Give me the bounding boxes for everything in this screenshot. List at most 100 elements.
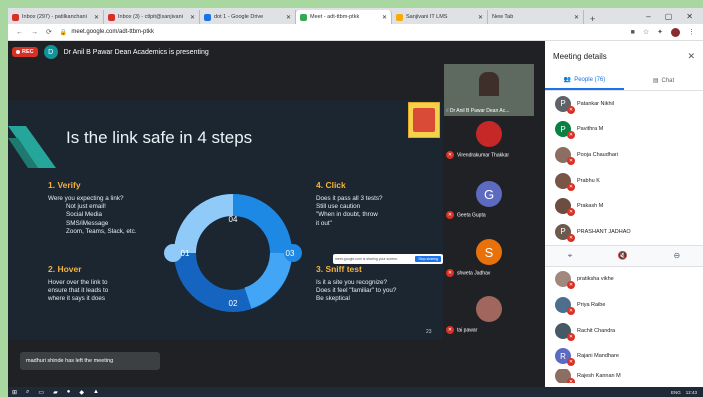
back-icon[interactable]: ←	[16, 29, 23, 36]
tab-people[interactable]: 👥 People (76)	[545, 71, 624, 90]
browser-tab[interactable]: Inbox (3) - ctlpit@sanjivani ✕	[104, 10, 200, 24]
participant-avatar: P ✕	[555, 95, 575, 114]
ring-label: 03	[286, 249, 295, 258]
shared-slide: Is the link safe in 4 steps 1. Verify We…	[8, 100, 443, 340]
record-dot-icon	[16, 50, 20, 54]
camera-icon[interactable]: ■	[631, 29, 635, 36]
forward-icon[interactable]: →	[31, 29, 38, 36]
browser-tab-active[interactable]: Meet - adt-ttbm-ptkk ✕	[296, 10, 392, 24]
url-field[interactable]: 🔒 meet.google.com/adt-ttbm-ptkk	[60, 29, 154, 36]
tile-name: Dr Anil B Pawar Dean Ac...	[449, 108, 510, 114]
steps-ring-diagram: 04 01 03 02	[164, 194, 302, 312]
participant-row[interactable]: ✕ pratiksha vikhe	[555, 267, 703, 293]
lock-icon: 🔒	[59, 29, 68, 36]
mic-off-icon: ✕	[567, 281, 575, 290]
search-icon[interactable]: ⌕	[26, 389, 29, 396]
browser-tab[interactable]: Inbox (297) - patilkanchani ✕	[8, 10, 104, 24]
participant-avatar: ✕	[555, 146, 575, 165]
browser-tab[interactable]: Sanjivani IT LMS ✕	[392, 10, 488, 24]
step-sniff: 3. Sniff test Is it a site you recognize…	[316, 264, 441, 304]
participant-row[interactable]: P ✕ Pavithra M	[555, 117, 703, 143]
participant-photo	[476, 121, 502, 147]
participant-name: Pavithra M	[577, 126, 604, 133]
language-indicator[interactable]: ENG	[671, 390, 681, 395]
participant-name: pratiksha vikhe	[577, 276, 614, 283]
close-window-button[interactable]: ✕	[686, 12, 693, 21]
stop-sharing-button[interactable]: Stop sharing	[415, 256, 441, 262]
tab-label: Inbox (297) - patilkanchani	[22, 14, 87, 20]
participant-controls: ⌖ 🔇 ⊖	[545, 244, 703, 267]
browser-tab[interactable]: New Tab ✕	[488, 10, 584, 24]
participant-row[interactable]: ✕ Prakash M	[555, 193, 703, 219]
participant-row[interactable]: R ✕ Rajani Mandhare	[555, 343, 703, 369]
tile-name: Geeta Gupta	[457, 212, 486, 219]
close-tab-icon[interactable]: ✕	[286, 14, 291, 21]
tab-label: Sanjivani IT LMS	[406, 14, 448, 20]
mic-off-icon: ✕	[567, 131, 575, 140]
app-icon[interactable]: ◆	[79, 389, 84, 396]
close-tab-icon[interactable]: ✕	[574, 14, 579, 21]
app-icon[interactable]: ▲	[93, 389, 99, 395]
participant-avatar: P ✕	[555, 121, 575, 140]
tile-name-row: ✕ Virendrakumar Thakkar	[444, 151, 534, 159]
maximize-button[interactable]: ▢	[665, 12, 673, 21]
menu-icon[interactable]: ⋮	[688, 28, 695, 36]
participant-row[interactable]: P ✕ PRASHANT JADHAO	[555, 219, 703, 245]
recording-label: REC	[22, 49, 34, 55]
profile-avatar[interactable]	[671, 27, 680, 37]
participant-tile[interactable]: G ✕ Geeta Gupta	[444, 181, 534, 219]
browser-icon[interactable]: ●	[67, 389, 71, 395]
close-tab-icon[interactable]: ✕	[478, 14, 483, 21]
clock[interactable]: 12:43	[686, 390, 697, 395]
participant-row[interactable]: ✕ Rajesh Kannan M	[555, 368, 703, 383]
participant-row[interactable]: P ✕ Patankar Nikhil	[555, 91, 703, 117]
minimize-button[interactable]: –	[646, 12, 650, 21]
url-text: meet.google.com/adt-ttbm-ptkk	[71, 29, 155, 35]
step-click: 4. Click Does it pass all 3 tests? Still…	[316, 180, 436, 228]
participant-row[interactable]: ✕ Pooja Chaudhari	[555, 142, 703, 168]
window-controls: – ▢ ✕	[646, 8, 703, 24]
browser-tab[interactable]: dot 1 - Google Drive ✕	[200, 10, 296, 24]
file-explorer-icon[interactable]: ▰	[53, 389, 58, 396]
presenting-text: Dr Anil B Pawar Dean Academics is presen…	[63, 48, 209, 56]
participant-row[interactable]: ✕ Prabhu K	[555, 168, 703, 194]
task-view-icon[interactable]: ▭	[38, 389, 44, 396]
participant-row[interactable]: ✕ Rachit Chandra	[555, 318, 703, 344]
windows-start-icon[interactable]: ⊞	[12, 389, 17, 396]
reload-icon[interactable]: ⟳	[46, 28, 52, 36]
panel-header: Meeting details ✕	[545, 41, 703, 71]
new-tab-button[interactable]: +	[584, 14, 601, 24]
mic-off-icon: ✕	[567, 182, 575, 191]
step-title: 4. Click	[316, 180, 346, 190]
participant-list: P ✕ Patankar Nikhil P ✕ Pavithra M ✕ Pooja Ch…	[545, 91, 703, 245]
close-tab-icon[interactable]: ✕	[382, 14, 387, 21]
participant-tile[interactable]: S ✕ shweta Jadhav	[444, 239, 534, 277]
mute-icon[interactable]: 🔇	[618, 251, 628, 260]
mic-off-icon: ✕	[567, 208, 575, 217]
slide-number: 23	[426, 329, 432, 335]
meet-top-bar: REC D Dr Anil B Pawar Dean Academics is …	[8, 41, 545, 63]
mic-off-icon: ✕	[567, 105, 575, 114]
participant-name: Patankar Nikhil	[577, 100, 614, 107]
tab-chat[interactable]: ▤ Chat	[624, 71, 703, 90]
ring-label: 04	[229, 215, 238, 224]
participant-row[interactable]: ✕ Priya Raibe	[555, 292, 703, 318]
close-tab-icon[interactable]: ✕	[94, 14, 99, 21]
step-line: Does it feel "familiar" to you?	[316, 287, 397, 295]
close-tab-icon[interactable]: ✕	[190, 14, 195, 21]
close-panel-icon[interactable]: ✕	[687, 51, 695, 62]
os-taskbar: ⊞ ⌕ ▭ ▰ ● ◆ ▲ ENG 12:43	[8, 387, 703, 397]
extension-icon[interactable]: ✦	[657, 28, 663, 36]
participant-tile[interactable]: ✕ Virendrakumar Thakkar	[444, 121, 534, 159]
recording-badge: REC	[12, 47, 38, 57]
lms-icon	[396, 13, 403, 21]
star-icon[interactable]: ☆	[643, 28, 649, 36]
step-line: Still use caution	[316, 203, 361, 211]
pin-icon[interactable]: ⌖	[568, 251, 573, 261]
participant-tile[interactable]: ✕ tai pawar	[444, 296, 534, 334]
remove-icon[interactable]: ⊖	[673, 251, 680, 260]
participant-tile[interactable]: ıl Dr Anil B Pawar Dean Ac...	[444, 64, 534, 116]
ring-label: 01	[181, 249, 190, 258]
participant-name: Rachit Chandra	[577, 327, 616, 334]
participant-name: Priya Raibe	[577, 301, 606, 308]
